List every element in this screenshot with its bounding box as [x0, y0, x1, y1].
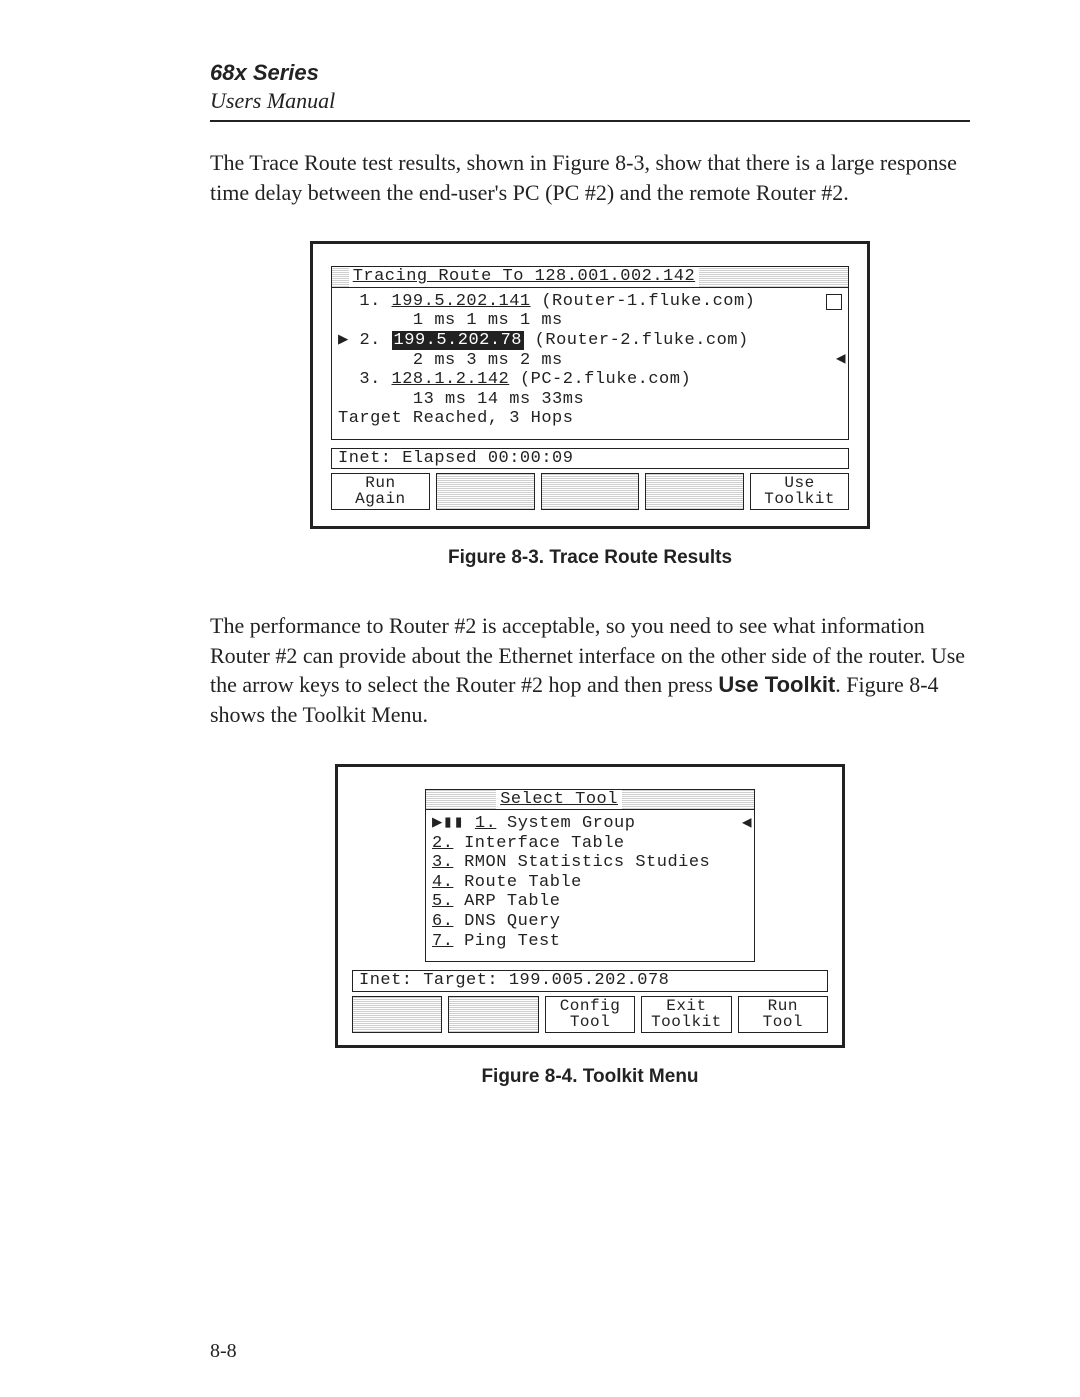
toolkit-item-index: 6.: [432, 912, 453, 931]
figure-8-3-screen: Tracing Route To 128.001.002.142 ◀ 1. 19…: [310, 241, 870, 529]
toolkit-title-text: Select Tool: [496, 790, 622, 810]
trace-hop-times: 13 ms 14 ms 33ms: [413, 390, 584, 409]
toolkit-item-label: System Group: [507, 814, 635, 833]
toolkit-item-index: 4.: [432, 873, 453, 892]
left-arrow-icon: ◀: [836, 350, 846, 368]
paragraph-1: The Trace Route test results, shown in F…: [210, 148, 970, 207]
doc-series: 68x Series: [210, 60, 850, 86]
toolkit-item-index: 1.: [475, 814, 496, 833]
trace-softkey-row: Run Again Use Toolkit: [331, 473, 849, 510]
toolkit-item-index: 7.: [432, 932, 453, 951]
toolkit-item-label: Route Table: [464, 873, 582, 892]
use-toolkit-label: Use Toolkit: [718, 672, 835, 697]
trace-hop-ip: 128.1.2.142: [392, 370, 510, 389]
toolkit-status-bar: Inet: Target: 199.005.202.078: [352, 970, 828, 992]
toolkit-title-bar: Select Tool: [425, 789, 755, 811]
cursor-icon: ▶▮▮: [432, 814, 464, 833]
toolkit-content: ◀ ▶▮▮ 1. System Group2. Interface Table3…: [425, 810, 755, 962]
trace-hop-times: 1 ms 1 ms 1 ms: [413, 311, 563, 330]
toolkit-item-label: DNS Query: [464, 912, 560, 931]
trace-hop-row[interactable]: 1. 199.5.202.141 (Router-1.fluke.com) 1 …: [338, 292, 842, 331]
softkey-button[interactable]: Use Toolkit: [750, 473, 849, 510]
trace-title-text: Tracing Route To 128.001.002.142: [349, 267, 699, 287]
toolkit-softkey-row: Config ToolExit ToolkitRun Tool: [352, 996, 828, 1033]
toolkit-menu-item[interactable]: 2. Interface Table: [432, 834, 748, 854]
softkey-button[interactable]: Run Tool: [738, 996, 828, 1033]
trace-hop-index: 1.: [359, 292, 380, 311]
softkey-blank: [541, 473, 640, 510]
trace-hop-ip: 199.5.202.78: [392, 331, 524, 350]
header-rule: [210, 120, 970, 122]
trace-hop-times: 2 ms 3 ms 2 ms: [413, 351, 563, 370]
trace-hop-host: (Router-2.fluke.com): [535, 331, 749, 350]
trace-hop-host: (Router-1.fluke.com): [541, 292, 755, 311]
paragraph-2: The performance to Router #2 is acceptab…: [210, 611, 970, 730]
toolkit-menu-item[interactable]: 4. Route Table: [432, 873, 748, 893]
figure-8-4-screen: Select Tool ◀ ▶▮▮ 1. System Group2. Inte…: [335, 764, 845, 1048]
figure-8-4-caption: Figure 8-4. Toolkit Menu: [210, 1064, 970, 1090]
trace-summary: Target Reached, 3 Hops: [338, 409, 842, 429]
trace-hop-host: (PC-2.fluke.com): [520, 370, 691, 389]
toolkit-menu-item[interactable]: 5. ARP Table: [432, 892, 748, 912]
trace-hop-ip: 199.5.202.141: [392, 292, 531, 311]
trace-content: ◀ 1. 199.5.202.141 (Router-1.fluke.com) …: [331, 288, 849, 440]
softkey-blank: [448, 996, 538, 1033]
softkey-blank: [645, 473, 744, 510]
trace-hop-index: 3.: [359, 370, 380, 389]
trace-title-bar: Tracing Route To 128.001.002.142: [331, 266, 849, 288]
softkey-button[interactable]: Config Tool: [545, 996, 635, 1033]
toolkit-menu-item[interactable]: 3. RMON Statistics Studies: [432, 853, 748, 873]
doc-manual: Users Manual: [210, 88, 850, 114]
trace-hop-row[interactable]: 3. 128.1.2.142 (PC-2.fluke.com) 13 ms 14…: [338, 370, 842, 409]
toolkit-item-index: 3.: [432, 853, 453, 872]
softkey-button[interactable]: Run Again: [331, 473, 430, 510]
toolkit-item-label: ARP Table: [464, 892, 560, 911]
toolkit-item-index: 5.: [432, 892, 453, 911]
trace-status-bar: Inet: Elapsed 00:00:09: [331, 448, 849, 470]
scroll-indicator: [826, 294, 842, 310]
toolkit-menu-item[interactable]: 6. DNS Query: [432, 912, 748, 932]
softkey-button[interactable]: Exit Toolkit: [641, 996, 731, 1033]
toolkit-menu-item[interactable]: 7. Ping Test: [432, 932, 748, 952]
figure-8-3-caption: Figure 8-3. Trace Route Results: [210, 545, 970, 571]
toolkit-item-label: RMON Statistics Studies: [464, 853, 710, 872]
toolkit-item-label: Ping Test: [464, 932, 560, 951]
softkey-blank: [436, 473, 535, 510]
toolkit-item-label: Interface Table: [464, 834, 625, 853]
left-arrow-icon: ◀: [742, 814, 752, 832]
toolkit-menu-item[interactable]: ▶▮▮ 1. System Group: [432, 814, 748, 834]
softkey-blank: [352, 996, 442, 1033]
toolkit-item-index: 2.: [432, 834, 453, 853]
trace-hop-row[interactable]: ▶ 2. 199.5.202.78 (Router-2.fluke.com) 2…: [338, 331, 842, 370]
page-number: 8-8: [210, 1340, 237, 1363]
trace-hop-index: 2.: [359, 331, 380, 350]
